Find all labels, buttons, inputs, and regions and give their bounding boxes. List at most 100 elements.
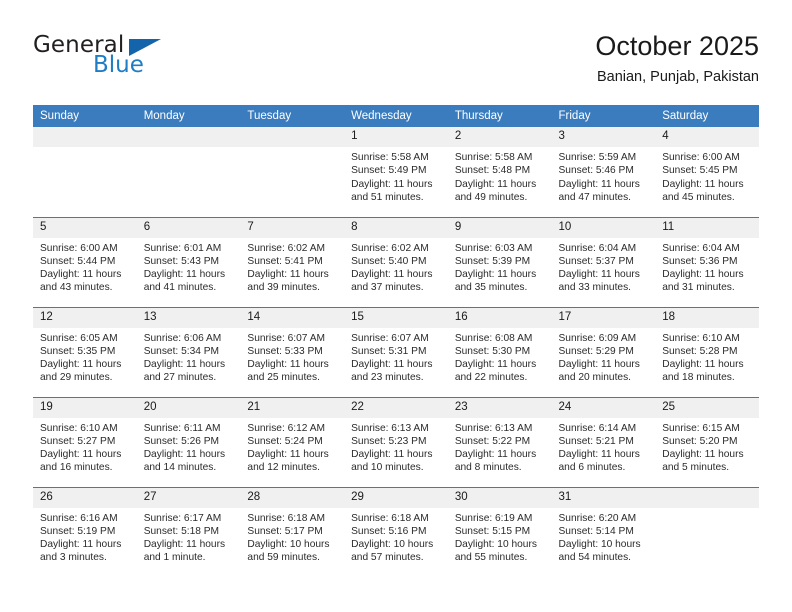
day-number: 28 <box>240 487 345 508</box>
calendar-day-cell[interactable]: 8 Sunrise: 6:02 AM Sunset: 5:40 PM Daylight… <box>344 216 448 307</box>
daylight-text-cont: and 27 minutes. <box>143 372 217 384</box>
calendar-day-cell[interactable]: 12 Sunrise: 6:05 AM Sunset: 5:35 PM Dayligh… <box>33 306 137 397</box>
day-details: Sunrise: 6:05 AM Sunset: 5:35 PM Daylight:… <box>33 328 137 385</box>
calendar-day-cell[interactable]: 25 Sunrise: 6:15 AM Sunset: 5:20 PM Dayligh… <box>655 396 759 487</box>
day-number: 21 <box>240 397 345 418</box>
day-details: Sunrise: 6:06 AM Sunset: 5:34 PM Daylight:… <box>137 328 241 385</box>
daylight-text-cont: and 6 minutes. <box>558 462 626 474</box>
daylight-text: Daylight: 11 hours <box>143 539 226 551</box>
sunset-text: Sunset: 5:45 PM <box>662 165 738 177</box>
sunset-text: Sunset: 5:40 PM <box>351 255 427 267</box>
calendar-day-cell[interactable]: 9 Sunrise: 6:03 AM Sunset: 5:39 PM Daylight… <box>447 216 552 307</box>
calendar-day-cell[interactable]: 26 Sunrise: 6:16 AM Sunset: 5:19 PM Dayligh… <box>33 486 137 577</box>
calendar-day-cell[interactable]: 21 Sunrise: 6:12 AM Sunset: 5:24 PM Dayligh… <box>240 396 345 487</box>
calendar-day-cell[interactable]: 10 Sunrise: 6:04 AM Sunset: 5:37 PM Dayligh… <box>551 216 656 307</box>
calendar-day-cell[interactable]: 6 Sunrise: 6:01 AM Sunset: 5:43 PM Daylight… <box>136 216 241 307</box>
calendar-day-cell[interactable]: 23 Sunrise: 6:13 AM Sunset: 5:22 PM Dayligh… <box>447 396 552 487</box>
daylight-text-cont: and 12 minutes. <box>247 462 320 474</box>
daylight-text-cont: and 22 minutes. <box>454 372 528 384</box>
day-number: 11 <box>655 217 759 238</box>
daylight-text: Daylight: 11 hours <box>351 359 433 371</box>
calendar-day-cell[interactable]: 19 Sunrise: 6:10 AM Sunset: 5:27 PM Dayligh… <box>33 396 137 487</box>
sunset-text: Sunset: 5:18 PM <box>143 525 220 537</box>
calendar-day-cell[interactable]: 4 Sunrise: 6:00 AM Sunset: 5:45 PM Daylight… <box>655 127 759 217</box>
sunrise-text: Sunrise: 6:20 AM <box>558 512 637 524</box>
day-details <box>655 508 759 512</box>
day-number: 15 <box>344 307 448 328</box>
sunrise-text: Sunrise: 6:04 AM <box>558 242 637 254</box>
day-details <box>33 147 137 151</box>
daylight-text-cont: and 54 minutes. <box>558 552 632 564</box>
daylight-text-cont: and 14 minutes. <box>143 462 217 474</box>
day-details: Sunrise: 5:59 AM Sunset: 5:46 PM Daylight:… <box>552 147 656 204</box>
day-number: 17 <box>551 307 656 328</box>
calendar-day-cell[interactable]: 20 Sunrise: 6:11 AM Sunset: 5:26 PM Dayligh… <box>136 396 241 487</box>
calendar-day-cell[interactable]: 27 Sunrise: 6:17 AM Sunset: 5:18 PM Dayligh… <box>136 486 241 577</box>
sunrise-text: Sunrise: 5:59 AM <box>558 152 637 163</box>
day-number: 31 <box>551 487 656 508</box>
sunset-text: Sunset: 5:16 PM <box>351 525 427 537</box>
page-subtitle: Banian, Punjab, Pakistan <box>596 69 759 85</box>
daylight-text-cont: and 5 minutes. <box>662 462 730 474</box>
sunrise-text: Sunrise: 6:00 AM <box>662 152 740 163</box>
calendar-week-row: 5 Sunrise: 6:00 AM Sunset: 5:44 PM Daylight… <box>33 216 759 307</box>
daylight-text: Daylight: 11 hours <box>454 178 537 190</box>
sunrise-text: Sunrise: 6:13 AM <box>454 422 533 434</box>
daylight-text: Daylight: 11 hours <box>454 449 537 461</box>
calendar-day-cell[interactable]: 7 Sunrise: 6:02 AM Sunset: 5:41 PM Daylight… <box>240 216 345 307</box>
sunrise-text: Sunrise: 6:02 AM <box>247 242 325 254</box>
sunset-text: Sunset: 5:29 PM <box>558 345 634 357</box>
daylight-text: Daylight: 10 hours <box>247 539 330 551</box>
calendar-day-cell[interactable]: 28 Sunrise: 6:18 AM Sunset: 5:17 PM Dayligh… <box>240 486 345 577</box>
sunset-text: Sunset: 5:14 PM <box>558 525 634 537</box>
daylight-text-cont: and 37 minutes. <box>351 282 424 294</box>
day-number <box>33 127 137 147</box>
daylight-text-cont: and 3 minutes. <box>40 552 107 564</box>
sunset-text: Sunset: 5:31 PM <box>351 345 427 357</box>
calendar-day-cell[interactable]: 5 Sunrise: 6:00 AM Sunset: 5:44 PM Daylight… <box>33 216 137 307</box>
calendar-day-cell-empty <box>136 127 241 217</box>
sunset-text: Sunset: 5:41 PM <box>247 255 323 267</box>
day-details: Sunrise: 6:02 AM Sunset: 5:41 PM Daylight:… <box>240 238 344 295</box>
day-details: Sunrise: 6:19 AM Sunset: 5:15 PM Daylight:… <box>448 508 552 565</box>
day-number: 5 <box>33 217 137 238</box>
daylight-text-cont: and 18 minutes. <box>662 372 735 384</box>
calendar-day-cell[interactable]: 22 Sunrise: 6:13 AM Sunset: 5:23 PM Dayligh… <box>344 396 448 487</box>
sunset-text: Sunset: 5:22 PM <box>454 435 531 447</box>
calendar-day-cell[interactable]: 14 Sunrise: 6:07 AM Sunset: 5:33 PM Dayligh… <box>240 306 345 397</box>
calendar-day-cell[interactable]: 11 Sunrise: 6:04 AM Sunset: 5:36 PM Dayligh… <box>655 216 759 307</box>
calendar-day-cell[interactable]: 13 Sunrise: 6:06 AM Sunset: 5:34 PM Dayligh… <box>136 306 241 397</box>
day-number <box>240 127 345 147</box>
calendar-day-cell[interactable]: 30 Sunrise: 6:19 AM Sunset: 5:15 PM Dayligh… <box>447 486 552 577</box>
sunset-text: Sunset: 5:48 PM <box>454 165 531 177</box>
calendar-day-cell[interactable]: 29 Sunrise: 6:18 AM Sunset: 5:16 PM Dayligh… <box>344 486 448 577</box>
day-details: Sunrise: 6:13 AM Sunset: 5:23 PM Daylight:… <box>344 418 448 475</box>
day-details: Sunrise: 6:16 AM Sunset: 5:19 PM Daylight:… <box>33 508 137 565</box>
calendar-day-cell[interactable]: 18 Sunrise: 6:10 AM Sunset: 5:28 PM Dayligh… <box>655 306 759 397</box>
day-details: Sunrise: 6:17 AM Sunset: 5:18 PM Daylight:… <box>137 508 241 565</box>
calendar-day-cell[interactable]: 1 Sunrise: 5:58 AM Sunset: 5:49 PM Daylight… <box>344 127 448 217</box>
daylight-text-cont: and 16 minutes. <box>40 462 113 474</box>
day-number: 10 <box>551 217 656 238</box>
calendar-day-cell[interactable]: 2 Sunrise: 5:58 AM Sunset: 5:48 PM Daylight… <box>447 127 552 217</box>
calendar-day-cell[interactable]: 17 Sunrise: 6:09 AM Sunset: 5:29 PM Dayligh… <box>551 306 656 397</box>
day-number: 19 <box>33 397 137 418</box>
calendar-day-cell[interactable]: 16 Sunrise: 6:08 AM Sunset: 5:30 PM Dayligh… <box>447 306 552 397</box>
daylight-text: Daylight: 11 hours <box>558 359 640 371</box>
sunrise-text: Sunrise: 6:03 AM <box>454 242 533 254</box>
sunrise-text: Sunrise: 6:15 AM <box>662 422 740 434</box>
daylight-text-cont: and 51 minutes. <box>351 191 424 203</box>
calendar-day-cell[interactable]: 31 Sunrise: 6:20 AM Sunset: 5:14 PM Dayligh… <box>551 486 656 577</box>
daylight-text: Daylight: 11 hours <box>40 539 122 551</box>
day-details: Sunrise: 6:00 AM Sunset: 5:45 PM Daylight:… <box>655 147 759 204</box>
day-details: Sunrise: 6:10 AM Sunset: 5:28 PM Daylight:… <box>655 328 759 385</box>
calendar-day-cell[interactable]: 3 Sunrise: 5:59 AM Sunset: 5:46 PM Daylight… <box>551 127 656 217</box>
calendar-day-cell[interactable]: 15 Sunrise: 6:07 AM Sunset: 5:31 PM Dayligh… <box>344 306 448 397</box>
daylight-text-cont: and 23 minutes. <box>351 372 424 384</box>
general-blue-logo[interactable]: General Blue <box>33 32 233 84</box>
calendar-day-cell[interactable]: 24 Sunrise: 6:14 AM Sunset: 5:21 PM Dayligh… <box>551 396 656 487</box>
weekday-header-friday: Friday <box>551 105 656 127</box>
sunrise-text: Sunrise: 6:02 AM <box>351 242 429 254</box>
sunrise-text: Sunrise: 5:58 AM <box>454 152 533 163</box>
daylight-text: Daylight: 11 hours <box>247 359 329 371</box>
